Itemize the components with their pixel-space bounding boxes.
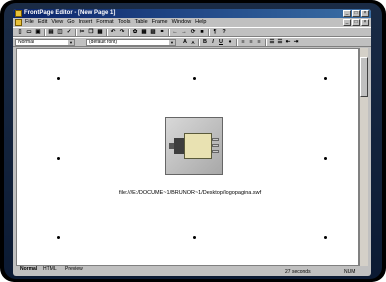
new-page-icon[interactable]: ▯: [16, 29, 24, 36]
menu-format[interactable]: Format: [96, 18, 113, 27]
plug-pin: [212, 138, 219, 141]
window-title: FrontPage Editor - [New Page 1]: [24, 10, 116, 16]
placeholder-dot: [324, 77, 327, 80]
decrease-indent-icon[interactable]: ⇤: [284, 39, 292, 46]
bulleted-list-icon[interactable]: ☰: [276, 39, 284, 46]
undo-icon[interactable]: ↶: [109, 29, 117, 36]
webbot-icon[interactable]: ✿: [131, 29, 139, 36]
align-right-icon[interactable]: ≡: [255, 39, 263, 46]
placeholder-dot: [193, 236, 196, 239]
help-pointer-icon[interactable]: ?: [220, 29, 228, 36]
print-icon[interactable]: ▤: [47, 29, 55, 36]
frontpage-window: FrontPage Editor - [New Page 1] _ □ × Fi…: [13, 9, 371, 276]
toolbar-separator: [236, 39, 238, 46]
placeholder-dot: [324, 157, 327, 160]
numbered-list-icon[interactable]: ☰: [268, 39, 276, 46]
refresh-icon[interactable]: ⟳: [189, 29, 197, 36]
decrease-font-icon[interactable]: A: [189, 39, 197, 46]
placeholder-dot: [193, 77, 196, 80]
chevron-down-icon[interactable]: ▼: [68, 40, 74, 45]
toolbar-separator: [168, 29, 170, 36]
paste-icon[interactable]: ▦: [96, 29, 104, 36]
hyperlink-icon[interactable]: ⚭: [158, 29, 166, 36]
menu-table[interactable]: Table: [135, 18, 148, 27]
stop-icon[interactable]: ■: [198, 29, 206, 36]
menu-insert[interactable]: Insert: [79, 18, 93, 27]
insert-image-icon[interactable]: ▨: [149, 29, 157, 36]
increase-font-icon[interactable]: A: [181, 39, 189, 46]
plug-pin: [212, 150, 219, 153]
tab-preview[interactable]: Preview: [63, 266, 85, 273]
chevron-down-icon[interactable]: ▼: [169, 40, 175, 45]
copy-icon[interactable]: ❐: [87, 29, 95, 36]
align-center-icon[interactable]: ≡: [247, 39, 255, 46]
cut-icon[interactable]: ✂: [78, 29, 86, 36]
toolbar-separator: [44, 29, 46, 36]
menu-file[interactable]: File: [25, 18, 34, 27]
back-icon[interactable]: ←: [171, 29, 179, 36]
standard-toolbar: ▯ ▭ ▣ ▤ ◫ ✓ ✂ ❐ ▦ ↶ ↷ ✿ ▦ ▨ ⚭ ← → ⟳ ■ ¶ …: [13, 27, 371, 37]
menu-frame[interactable]: Frame: [152, 18, 168, 27]
open-icon[interactable]: ▭: [25, 29, 33, 36]
bold-icon[interactable]: B: [201, 39, 209, 46]
menu-edit[interactable]: Edit: [38, 18, 47, 27]
status-load-time: 27 seconds: [285, 269, 311, 275]
style-select-value: Normal: [18, 39, 35, 45]
placeholder-dot: [324, 236, 327, 239]
font-select[interactable]: (default font) ▼: [86, 39, 176, 46]
toolbar-separator: [208, 29, 210, 36]
doc-restore-icon[interactable]: □: [352, 19, 360, 26]
menu-bar: File Edit View Go Insert Format Tools Ta…: [13, 18, 371, 27]
spelling-icon[interactable]: ✓: [65, 29, 73, 36]
tab-normal[interactable]: Normal: [18, 266, 39, 273]
show-all-icon[interactable]: ¶: [211, 29, 219, 36]
redo-icon[interactable]: ↷: [118, 29, 126, 36]
plug-pin: [212, 144, 219, 147]
placeholder-dot: [57, 157, 60, 160]
toolbar-separator: [106, 29, 108, 36]
format-toolbar: Normal ▼ (default font) ▼ A A B I U ♦ ≡ …: [13, 37, 371, 47]
placeholder-dot: [57, 236, 60, 239]
app-icon: [15, 10, 22, 17]
file-path-text: file:///E:/DOCUME~1/BRUNOR~1/Desktop/log…: [119, 190, 262, 196]
print-preview-icon[interactable]: ◫: [56, 29, 64, 36]
doc-minimize-icon[interactable]: _: [343, 19, 351, 26]
close-icon[interactable]: ×: [361, 10, 369, 17]
plug-body: [184, 133, 212, 159]
plug-image[interactable]: [165, 117, 223, 175]
menu-window[interactable]: Window: [172, 18, 192, 27]
menu-tools[interactable]: Tools: [118, 18, 131, 27]
document-controls: _ □ ×: [343, 19, 369, 26]
minimize-icon[interactable]: _: [343, 10, 351, 17]
save-icon[interactable]: ▣: [34, 29, 42, 36]
status-num-lock: NUM: [344, 269, 356, 275]
placeholder-dot: [57, 77, 60, 80]
forward-icon[interactable]: →: [180, 29, 188, 36]
toolbar-separator: [198, 39, 200, 46]
menu-go[interactable]: Go: [67, 18, 74, 27]
maximize-icon[interactable]: □: [352, 10, 360, 17]
style-select[interactable]: Normal ▼: [15, 39, 75, 46]
font-select-value: (default font): [89, 39, 118, 45]
window-controls: _ □ ×: [343, 10, 369, 17]
align-left-icon[interactable]: ≡: [239, 39, 247, 46]
doc-close-icon[interactable]: ×: [361, 19, 369, 26]
tab-html[interactable]: HTML: [41, 266, 59, 273]
menu-view[interactable]: View: [51, 18, 63, 27]
toolbar-separator: [265, 39, 267, 46]
vertical-scrollbar[interactable]: [359, 48, 368, 266]
insert-table-icon[interactable]: ▦: [140, 29, 148, 36]
title-bar: FrontPage Editor - [New Page 1] _ □ ×: [13, 9, 371, 18]
toolbar-separator: [75, 29, 77, 36]
text-color-icon[interactable]: ♦: [226, 39, 234, 46]
underline-icon[interactable]: U: [217, 39, 225, 46]
italic-icon[interactable]: I: [209, 39, 217, 46]
scroll-thumb[interactable]: [360, 57, 368, 97]
menu-help[interactable]: Help: [195, 18, 206, 27]
toolbar-separator: [128, 29, 130, 36]
increase-indent-icon[interactable]: ⇥: [292, 39, 300, 46]
document-icon[interactable]: [15, 19, 22, 26]
